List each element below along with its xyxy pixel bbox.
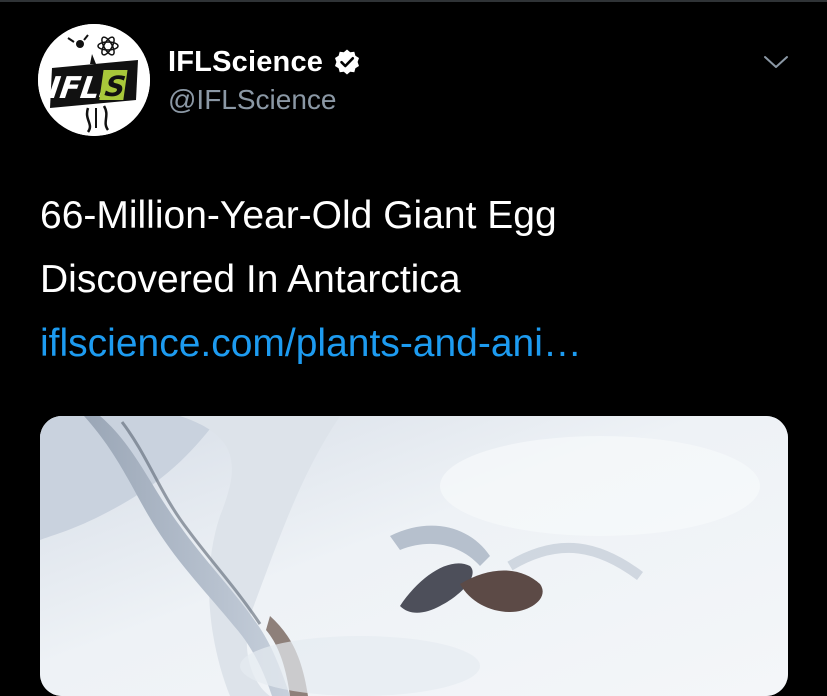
avatar[interactable]: IFLS S <box>38 24 150 136</box>
tweet-menu-button[interactable] <box>754 46 798 78</box>
tweet-text-line: 66-Million-Year-Old Giant Egg <box>40 194 557 237</box>
verified-badge-icon <box>335 49 360 75</box>
media-card[interactable] <box>40 416 788 696</box>
ifls-logo-icon: IFLS S <box>38 24 150 136</box>
top-divider <box>0 0 827 2</box>
tweet-text-line: Discovered In Antarctica <box>40 258 461 301</box>
tweet-text: 66-Million-Year-Old Giant Egg Discovered… <box>40 184 800 376</box>
display-name[interactable]: IFLScience <box>168 46 323 79</box>
antarctica-snow-photo <box>40 416 788 696</box>
chevron-down-icon <box>764 56 788 68</box>
article-link[interactable]: iflscience.com/plants-and-ani… <box>40 312 800 376</box>
display-name-row[interactable]: IFLScience <box>168 42 361 82</box>
account-handle[interactable]: @IFLScience <box>168 84 337 116</box>
